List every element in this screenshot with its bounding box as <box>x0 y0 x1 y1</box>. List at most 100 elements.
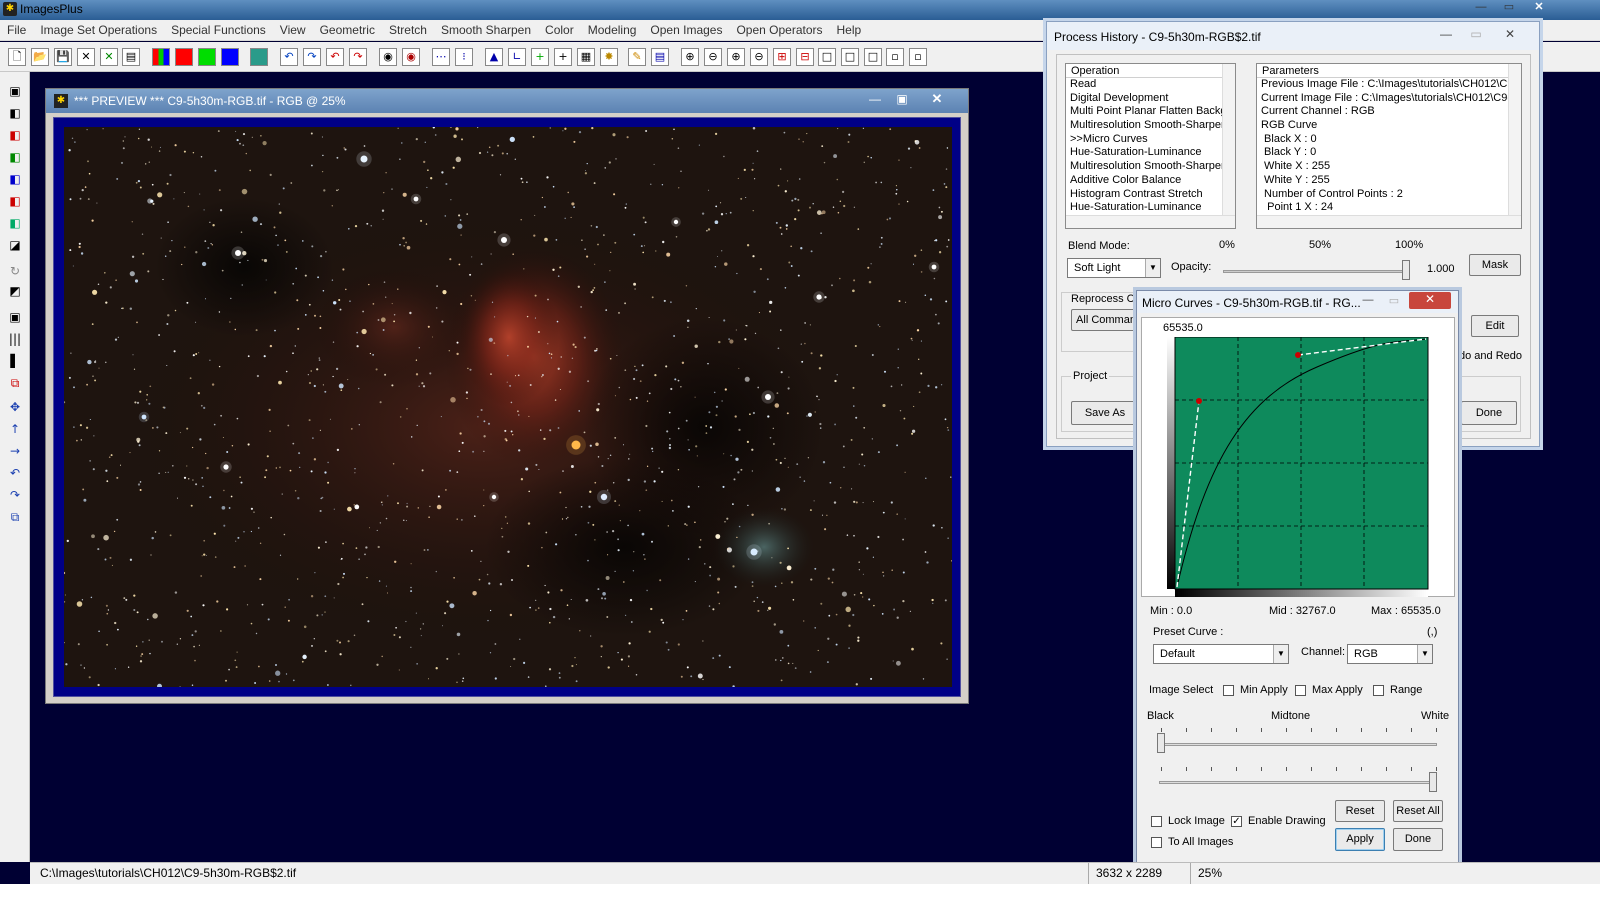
menu-item-color[interactable]: Color <box>538 23 581 37</box>
black-slider-thumb[interactable] <box>1157 733 1165 753</box>
apply-button[interactable]: Apply <box>1335 828 1385 851</box>
rotate-left-icon[interactable]: ↶ <box>6 464 24 482</box>
dots-icon[interactable]: ⋯ <box>432 48 450 66</box>
mask-button[interactable]: Mask <box>1469 254 1521 276</box>
menu-item-view[interactable]: View <box>273 23 313 37</box>
opacity-slider[interactable] <box>1223 270 1409 273</box>
white-slider[interactable] <box>1159 781 1437 784</box>
curve-editor[interactable] <box>1167 337 1432 597</box>
close-all-icon[interactable]: ✕ <box>100 48 118 66</box>
preview-maximize-icon[interactable]: ▣ <box>891 92 913 108</box>
menu-item-open-operators[interactable]: Open Operators <box>729 23 829 37</box>
arrow-right-icon[interactable]: → <box>6 442 24 460</box>
frame-smallest-icon[interactable]: ▫ <box>909 48 927 66</box>
menu-item-geometric[interactable]: Geometric <box>313 23 382 37</box>
preview-title-bar[interactable]: ✱ *** PREVIEW *** C9-5h30m-RGB.tif - RGB… <box>46 89 968 113</box>
red-swatch-icon[interactable]: ◧ <box>6 126 24 144</box>
new-file-icon[interactable]: 🗋 <box>8 48 26 66</box>
close-icon[interactable]: ✕ <box>1526 0 1552 16</box>
operation-item[interactable]: Digital Development <box>1066 92 1235 106</box>
blue-channel-icon[interactable] <box>221 48 239 66</box>
curve-icon[interactable]: ∟ <box>508 48 526 66</box>
gradient-icon[interactable]: ◩ <box>6 282 24 300</box>
range-checkbox[interactable] <box>1373 685 1384 696</box>
micro-done-button[interactable]: Done <box>1393 828 1443 851</box>
plus-green-icon[interactable]: + <box>531 48 549 66</box>
enable-drawing-checkbox[interactable]: ✓ <box>1231 816 1242 827</box>
operation-item[interactable]: Read <box>1066 78 1235 92</box>
copy-icon[interactable]: ⧉ <box>6 508 24 526</box>
close-image-icon[interactable]: ✕ <box>77 48 95 66</box>
redo-all-icon[interactable]: ↷ <box>349 48 367 66</box>
table-icon[interactable]: ▤ <box>651 48 669 66</box>
blend-mode-select[interactable]: Soft Light ▼ <box>1067 258 1161 278</box>
micro-close-icon[interactable]: ✕ <box>1409 292 1451 309</box>
green-swatch-icon[interactable]: ◧ <box>6 148 24 166</box>
to-all-images-checkbox[interactable] <box>1151 837 1162 848</box>
rgb-channels-icon[interactable] <box>152 48 170 66</box>
minimize-icon[interactable]: — <box>1468 0 1494 16</box>
frame-large-icon[interactable]: □ <box>818 48 836 66</box>
all-commands-button[interactable]: All Comman <box>1071 309 1141 331</box>
arrow-up-icon[interactable]: ↑ <box>6 420 24 438</box>
bars-icon[interactable]: ||| <box>6 330 24 348</box>
preset-curve-select[interactable]: Default ▼ <box>1153 644 1289 664</box>
edit-button[interactable]: Edit <box>1471 315 1519 337</box>
green-channel-icon[interactable] <box>198 48 216 66</box>
operation-item[interactable]: Hue-Saturation-Luminance <box>1066 146 1235 160</box>
grid-icon[interactable]: ▦ <box>577 48 595 66</box>
operation-vscroll[interactable] <box>1222 64 1235 216</box>
mask-red-icon[interactable]: ◉ <box>402 48 420 66</box>
select-box-icon[interactable]: ▣ <box>6 308 24 326</box>
control-point-2[interactable] <box>1295 352 1301 358</box>
frame-smaller-icon[interactable]: ▫ <box>886 48 904 66</box>
maximize-icon[interactable]: ▭ <box>1496 0 1522 16</box>
red-channel-icon[interactable] <box>175 48 193 66</box>
operation-item[interactable]: Histogram Contrast Stretch <box>1066 188 1235 202</box>
mask-icon[interactable]: ◉ <box>379 48 397 66</box>
crop-icon[interactable]: ⧉ <box>6 374 24 392</box>
zoom-fit-icon[interactable]: ⊕ <box>727 48 745 66</box>
remove-icon[interactable]: ⊟ <box>796 48 814 66</box>
menu-item-special-functions[interactable]: Special Functions <box>164 23 273 37</box>
levels-icon[interactable]: ◧ <box>6 104 24 122</box>
history-close-icon[interactable]: ✕ <box>1499 27 1521 43</box>
histogram-icon[interactable]: ▲ <box>485 48 503 66</box>
zoom-out-icon[interactable]: ⊖ <box>704 48 722 66</box>
lock-image-checkbox[interactable] <box>1151 816 1162 827</box>
save-icon[interactable]: 💾 <box>54 48 72 66</box>
chevron-down-icon[interactable]: ▼ <box>1145 259 1160 277</box>
micro-title-bar[interactable]: Micro Curves - C9-5h30m-RGB.tif - RG... … <box>1137 291 1458 313</box>
print-icon[interactable]: ▤ <box>122 48 140 66</box>
preview-image[interactable] <box>64 127 952 687</box>
menu-item-stretch[interactable]: Stretch <box>382 23 434 37</box>
points-icon[interactable]: ⁝ <box>455 48 473 66</box>
frame-medium-icon[interactable]: □ <box>841 48 859 66</box>
history-minimize-icon[interactable]: — <box>1435 27 1457 43</box>
pencil-icon[interactable]: ✎ <box>628 48 646 66</box>
menu-item-help[interactable]: Help <box>830 23 869 37</box>
white-slider-thumb[interactable] <box>1429 772 1437 792</box>
undo-all-icon[interactable]: ↶ <box>326 48 344 66</box>
min-apply-checkbox[interactable] <box>1223 685 1234 696</box>
redo-icon[interactable]: ↷ <box>303 48 321 66</box>
opacity-slider-thumb[interactable] <box>1402 260 1410 280</box>
crosshair-icon[interactable]: + <box>554 48 572 66</box>
parameters-list[interactable]: Parameters Previous Image File : C:\Imag… <box>1256 63 1522 229</box>
control-point-1[interactable] <box>1196 398 1202 404</box>
zoom-in-icon[interactable]: ⊕ <box>681 48 699 66</box>
add-icon[interactable]: ⊞ <box>773 48 791 66</box>
channel-select[interactable]: RGB ▼ <box>1347 644 1433 664</box>
rotate-icon[interactable]: ↻ <box>6 262 24 280</box>
operation-list[interactable]: Operation Read Digital Development Multi P… <box>1065 63 1236 229</box>
operation-hscroll[interactable] <box>1066 215 1235 228</box>
parameters-vscroll[interactable] <box>1508 64 1521 216</box>
menu-item-image-set-operations[interactable]: Image Set Operations <box>33 23 164 37</box>
undo-icon[interactable]: ↶ <box>280 48 298 66</box>
blue-swatch-icon[interactable]: ◧ <box>6 170 24 188</box>
operation-item[interactable]: Multiresolution Smooth-Sharpen <box>1066 119 1235 133</box>
palette-icon[interactable]: ✸ <box>600 48 618 66</box>
parameters-hscroll[interactable] <box>1257 215 1521 228</box>
max-apply-checkbox[interactable] <box>1295 685 1306 696</box>
luminance-icon[interactable] <box>250 48 268 66</box>
